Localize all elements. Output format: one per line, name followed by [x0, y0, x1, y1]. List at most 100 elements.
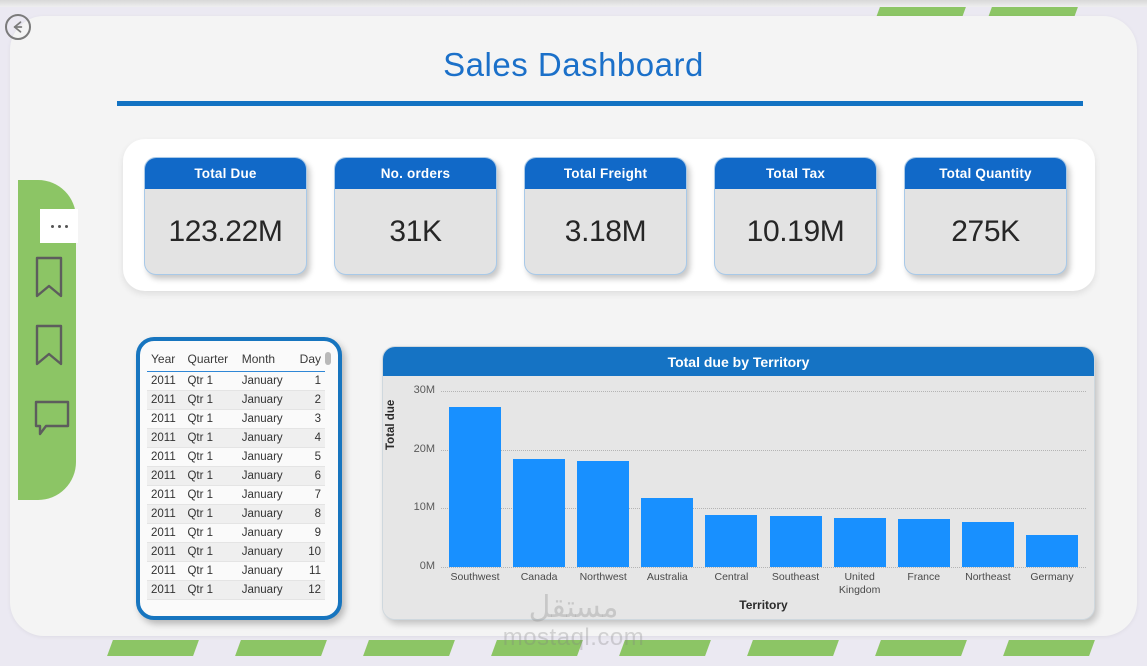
- kpi-card-total-quantity[interactable]: Total Quantity 275K: [904, 157, 1067, 275]
- chart-bar[interactable]: [770, 516, 822, 567]
- comment-button[interactable]: [32, 398, 66, 442]
- table-cell: 2011: [147, 448, 183, 467]
- bar-slot: [962, 391, 1014, 567]
- dot-2: [58, 225, 61, 228]
- table-cell: 11: [292, 562, 325, 581]
- table-row[interactable]: 2011Qtr 1January2: [147, 391, 325, 410]
- kpi-card-total-freight[interactable]: Total Freight 3.18M: [524, 157, 687, 275]
- chart-bar[interactable]: [449, 407, 501, 567]
- table-row[interactable]: 2011Qtr 1January7: [147, 486, 325, 505]
- x-tick-label: Canada: [513, 571, 565, 597]
- window-top-strip: [0, 0, 1147, 7]
- table-scrollbar-thumb[interactable]: [325, 352, 331, 365]
- table-row[interactable]: 2011Qtr 1January9: [147, 524, 325, 543]
- chart-bar[interactable]: [898, 519, 950, 567]
- table-cell: 2011: [147, 391, 183, 410]
- x-tick-label: France: [898, 571, 950, 597]
- kpi-card-total-tax[interactable]: Total Tax 10.19M: [714, 157, 877, 275]
- table-cell: 2011: [147, 429, 183, 448]
- table-cell: 4: [292, 429, 325, 448]
- dot-3: [65, 225, 68, 228]
- table-cell: Qtr 1: [183, 410, 237, 429]
- chart-x-axis-title: Territory: [441, 598, 1086, 612]
- bar-slot: [641, 391, 693, 567]
- table-cell: January: [238, 410, 293, 429]
- table-row[interactable]: 2011Qtr 1January5: [147, 448, 325, 467]
- table-cell: January: [238, 581, 293, 600]
- chart-bar[interactable]: [705, 515, 757, 567]
- table-row[interactable]: 2011Qtr 1January1: [147, 372, 325, 391]
- decor-stripe-bottom-5: [619, 640, 711, 656]
- table-cell: 2011: [147, 467, 183, 486]
- kpi-label: Total Quantity: [905, 158, 1066, 189]
- chart-bar[interactable]: [513, 459, 565, 567]
- more-options-button[interactable]: [40, 209, 78, 243]
- column-header-day[interactable]: Day: [292, 350, 325, 372]
- table-cell: Qtr 1: [183, 486, 237, 505]
- bookmark-button-1[interactable]: [32, 255, 66, 299]
- table-row[interactable]: 2011Qtr 1January6: [147, 467, 325, 486]
- back-button[interactable]: [5, 14, 31, 40]
- bookmark-button-2[interactable]: [32, 323, 66, 367]
- chart-bar[interactable]: [577, 461, 629, 567]
- x-tick-label: Southeast: [770, 571, 822, 597]
- table-cell: Qtr 1: [183, 562, 237, 581]
- table-row[interactable]: 2011Qtr 1January8: [147, 505, 325, 524]
- table-cell: Qtr 1: [183, 543, 237, 562]
- table-cell: January: [238, 505, 293, 524]
- table-cell: January: [238, 467, 293, 486]
- bar-slot: [1026, 391, 1078, 567]
- chart-bar[interactable]: [834, 518, 886, 567]
- kpi-label: No. orders: [335, 158, 496, 189]
- table-cell: 2011: [147, 581, 183, 600]
- kpi-value: 3.18M: [525, 189, 686, 274]
- date-table-body: 2011Qtr 1January12011Qtr 1January22011Qt…: [147, 372, 325, 600]
- table-row[interactable]: 2011Qtr 1January12: [147, 581, 325, 600]
- table-header-row: Year Quarter Month Day: [147, 350, 325, 372]
- decor-stripe-bottom-8: [1003, 640, 1095, 656]
- kpi-label: Total Due: [145, 158, 306, 189]
- table-cell: 12: [292, 581, 325, 600]
- table-cell: 2011: [147, 562, 183, 581]
- table-row[interactable]: 2011Qtr 1January4: [147, 429, 325, 448]
- total-due-by-territory-chart[interactable]: Total due by Territory Total due 0M10M20…: [382, 346, 1095, 620]
- table-row[interactable]: 2011Qtr 1January11: [147, 562, 325, 581]
- decor-stripe-bottom-3: [363, 640, 455, 656]
- date-table-card[interactable]: Year Quarter Month Day 2011Qtr 1January1…: [136, 337, 342, 620]
- column-header-quarter[interactable]: Quarter: [183, 350, 237, 372]
- back-arrow-icon: [10, 19, 26, 35]
- table-cell: January: [238, 429, 293, 448]
- table-cell: Qtr 1: [183, 391, 237, 410]
- column-header-year[interactable]: Year: [147, 350, 183, 372]
- table-row[interactable]: 2011Qtr 1January3: [147, 410, 325, 429]
- chart-bar[interactable]: [962, 522, 1014, 567]
- table-cell: 2011: [147, 505, 183, 524]
- x-tick-label: Germany: [1026, 571, 1078, 597]
- table-cell: 7: [292, 486, 325, 505]
- table-cell: Qtr 1: [183, 524, 237, 543]
- table-cell: 3: [292, 410, 325, 429]
- kpi-value: 275K: [905, 189, 1066, 274]
- chart-bar[interactable]: [641, 498, 693, 567]
- table-cell: 8: [292, 505, 325, 524]
- table-cell: Qtr 1: [183, 429, 237, 448]
- table-row[interactable]: 2011Qtr 1January10: [147, 543, 325, 562]
- y-tick-label: 10M: [395, 501, 435, 513]
- bar-slot: [577, 391, 629, 567]
- comment-bubble-icon: [32, 398, 72, 438]
- column-header-month[interactable]: Month: [238, 350, 293, 372]
- bar-slot: [834, 391, 886, 567]
- dot-1: [51, 225, 54, 228]
- x-tick-label: Northwest: [577, 571, 629, 597]
- gridline: [441, 567, 1086, 568]
- bookmark-icon: [32, 255, 66, 299]
- table-cell: 2011: [147, 524, 183, 543]
- decor-stripe-bottom-1: [107, 640, 199, 656]
- kpi-card-total-due[interactable]: Total Due 123.22M: [144, 157, 307, 275]
- kpi-card-no-orders[interactable]: No. orders 31K: [334, 157, 497, 275]
- title-divider: [117, 101, 1083, 106]
- table-cell: January: [238, 391, 293, 410]
- date-table-scroll-region[interactable]: Year Quarter Month Day 2011Qtr 1January1…: [147, 350, 331, 612]
- chart-bar[interactable]: [1026, 535, 1078, 567]
- date-table: Year Quarter Month Day 2011Qtr 1January1…: [147, 350, 325, 600]
